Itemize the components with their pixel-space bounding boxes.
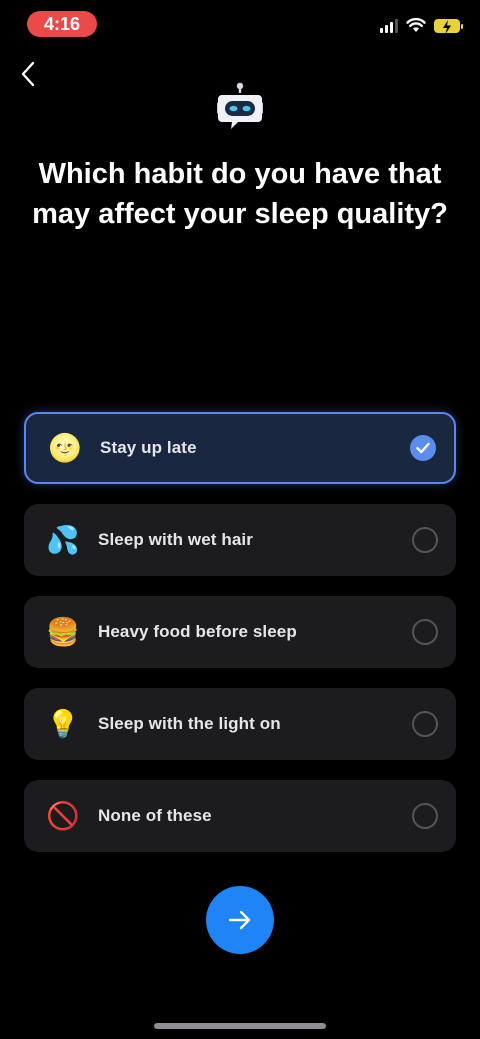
sweat-droplets-icon: 💦 [46,525,80,555]
status-icons [380,18,463,34]
radio-unchecked-icon [412,711,438,737]
option-label: None of these [98,806,212,825]
back-button[interactable] [14,58,42,90]
arrow-right-icon [228,910,251,930]
selected-check-icon [410,435,436,461]
option-sleep-with-wet-hair[interactable]: 💦 Sleep with wet hair [24,504,456,576]
prohibited-icon: 🚫 [46,801,80,831]
option-heavy-food-before-sleep[interactable]: 🍔 Heavy food before sleep [24,596,456,668]
hamburger-icon: 🍔 [46,617,80,647]
screen: 4:16 Which habit do you have that may af… [0,0,480,1039]
page-title: Which habit do you have that may affect … [32,158,448,230]
light-bulb-icon: 💡 [46,709,80,739]
cellular-signal-icon [380,18,398,33]
battery-charging-icon [434,18,463,34]
chevron-left-icon [21,61,35,87]
option-none-of-these[interactable]: 🚫 None of these [24,780,456,852]
option-label: Stay up late [100,438,197,457]
next-button[interactable] [206,886,274,954]
home-indicator[interactable] [154,1023,326,1029]
status-bar: 4:16 [0,0,480,48]
options-list: 🌝 Stay up late 💦 Sleep with wet hair 🍔 H… [24,412,456,872]
option-label: Sleep with the light on [98,714,281,733]
option-sleep-with-light-on[interactable]: 💡 Sleep with the light on [24,688,456,760]
wifi-icon [406,18,426,32]
radio-unchecked-icon [412,803,438,829]
option-stay-up-late[interactable]: 🌝 Stay up late [24,412,456,484]
option-label: Sleep with wet hair [98,530,253,549]
radio-unchecked-icon [412,619,438,645]
option-label: Heavy food before sleep [98,622,297,641]
radio-unchecked-icon [412,527,438,553]
moon-face-icon: 🌝 [48,433,82,463]
status-time: 4:16 [27,11,97,37]
robot-icon [217,82,263,129]
